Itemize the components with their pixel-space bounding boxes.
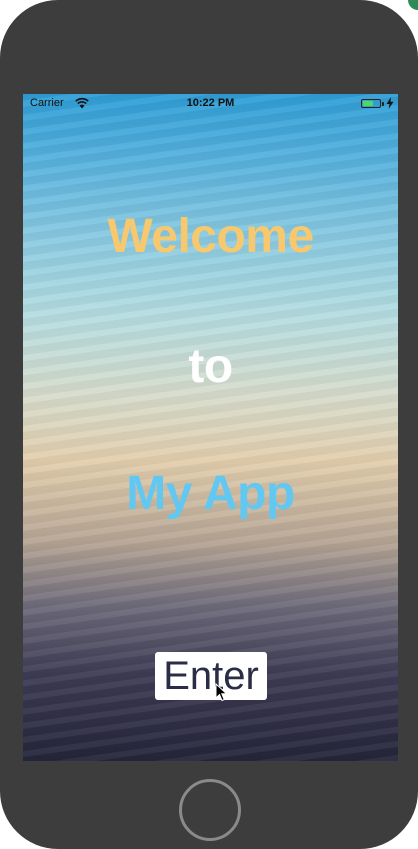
app-screen: Carrier 10:22 PM Welcome to My App Enter <box>23 94 398 761</box>
phone-frame: Carrier 10:22 PM Welcome to My App Enter <box>0 0 418 849</box>
charging-bolt-icon <box>386 97 394 109</box>
battery-fill <box>363 101 373 106</box>
battery-tip <box>382 102 384 106</box>
to-text: to <box>188 340 233 393</box>
mouse-cursor-icon <box>215 683 228 702</box>
background-corner <box>408 0 418 10</box>
home-button[interactable] <box>179 779 241 841</box>
status-bar: Carrier 10:22 PM <box>23 94 398 114</box>
status-time: 10:22 PM <box>186 97 235 109</box>
enter-button[interactable]: Enter <box>155 652 267 700</box>
welcome-text: Welcome <box>107 210 314 263</box>
app-name-text: My App <box>126 467 295 520</box>
battery-icon <box>361 99 381 108</box>
